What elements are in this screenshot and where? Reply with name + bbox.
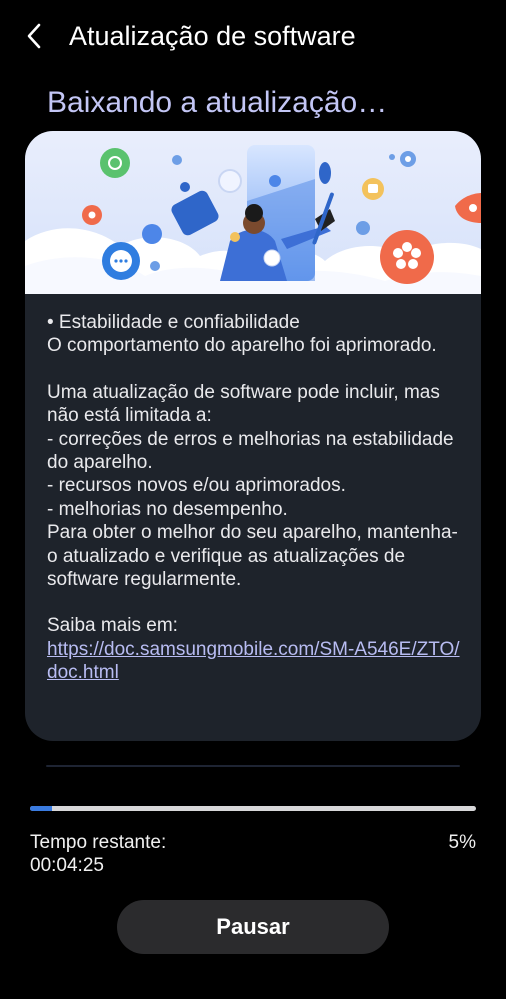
release-notes-card[interactable]: • Estabilidade e confiabilidade O compor…	[25, 131, 481, 741]
back-arrow-icon	[27, 23, 41, 49]
time-remaining-value: 00:04:25	[30, 855, 104, 876]
download-percent: 5%	[448, 832, 476, 853]
divider	[46, 765, 460, 767]
back-button[interactable]	[18, 18, 50, 54]
release-notes-paragraph: Uma atualização de software pode incluir…	[47, 381, 458, 591]
release-notes-paragraph: • Estabilidade e confiabilidade O compor…	[47, 312, 437, 357]
release-notes: • Estabilidade e confiabilidade O compor…	[47, 311, 467, 685]
pause-button[interactable]: Pausar	[117, 900, 389, 954]
download-progress-bar	[30, 806, 476, 811]
more-info-label: Saiba mais em:	[47, 615, 178, 637]
time-remaining-label: Tempo restante:	[30, 832, 167, 853]
more-info-link[interactable]: https://doc.samsungmobile.com/SM-A546E/Z…	[47, 639, 460, 683]
page-title: Atualização de software	[69, 21, 356, 51]
download-progress-fill	[30, 806, 53, 811]
app-bar: Atualização de software	[0, 0, 506, 72]
download-status-heading: Baixando a atualização…	[47, 86, 388, 119]
update-illustration	[25, 131, 481, 294]
